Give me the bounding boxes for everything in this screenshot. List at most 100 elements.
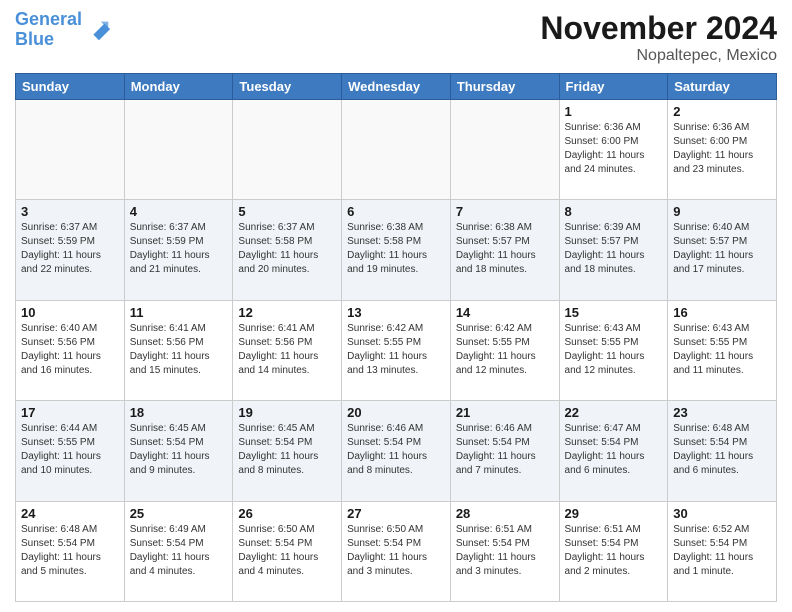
day-info: Sunrise: 6:36 AM Sunset: 6:00 PM Dayligh… [673, 121, 771, 177]
day-info: Sunrise: 6:37 AM Sunset: 5:58 PM Dayligh… [238, 221, 336, 277]
day-number: 8 [565, 204, 663, 219]
day-info: Sunrise: 6:42 AM Sunset: 5:55 PM Dayligh… [456, 322, 554, 378]
day-info: Sunrise: 6:42 AM Sunset: 5:55 PM Dayligh… [347, 322, 445, 378]
day-number: 26 [238, 506, 336, 521]
day-info: Sunrise: 6:36 AM Sunset: 6:00 PM Dayligh… [565, 121, 663, 177]
day-info: Sunrise: 6:38 AM Sunset: 5:58 PM Dayligh… [347, 221, 445, 277]
day-info: Sunrise: 6:37 AM Sunset: 5:59 PM Dayligh… [21, 221, 119, 277]
calendar-cell: 29 Sunrise: 6:51 AM Sunset: 5:54 PM Dayli… [559, 501, 668, 601]
calendar-cell: 11 Sunrise: 6:41 AM Sunset: 5:56 PM Dayli… [124, 300, 233, 400]
day-number: 29 [565, 506, 663, 521]
calendar-cell [450, 100, 559, 200]
day-number: 19 [238, 405, 336, 420]
day-number: 6 [347, 204, 445, 219]
day-info: Sunrise: 6:43 AM Sunset: 5:55 PM Dayligh… [565, 322, 663, 378]
day-number: 9 [673, 204, 771, 219]
day-number: 1 [565, 104, 663, 119]
weekday-header-row: SundayMondayTuesdayWednesdayThursdayFrid… [16, 74, 777, 100]
day-info: Sunrise: 6:48 AM Sunset: 5:54 PM Dayligh… [21, 523, 119, 579]
logo: GeneralBlue [15, 10, 112, 50]
day-number: 13 [347, 305, 445, 320]
calendar-cell [233, 100, 342, 200]
day-number: 3 [21, 204, 119, 219]
calendar-cell: 13 Sunrise: 6:42 AM Sunset: 5:55 PM Dayli… [342, 300, 451, 400]
day-info: Sunrise: 6:51 AM Sunset: 5:54 PM Dayligh… [565, 523, 663, 579]
calendar-cell: 14Sunrise: 6:42 AM Sunset: 5:55 PM Dayli… [450, 300, 559, 400]
day-info: Sunrise: 6:46 AM Sunset: 5:54 PM Dayligh… [456, 422, 554, 478]
calendar-cell: 5 Sunrise: 6:37 AM Sunset: 5:58 PM Daylig… [233, 200, 342, 300]
logo-text: GeneralBlue [15, 10, 82, 50]
day-number: 23 [673, 405, 771, 420]
calendar-cell: 28Sunrise: 6:51 AM Sunset: 5:54 PM Dayli… [450, 501, 559, 601]
calendar-cell: 26Sunrise: 6:50 AM Sunset: 5:54 PM Dayli… [233, 501, 342, 601]
month-title: November 2024 [540, 10, 777, 47]
weekday-header-monday: Monday [124, 74, 233, 100]
calendar-week-row: 1 Sunrise: 6:36 AM Sunset: 6:00 PM Daylig… [16, 100, 777, 200]
day-number: 12 [238, 305, 336, 320]
day-info: Sunrise: 6:45 AM Sunset: 5:54 PM Dayligh… [238, 422, 336, 478]
calendar-cell: 30Sunrise: 6:52 AM Sunset: 5:54 PM Dayli… [668, 501, 777, 601]
weekday-header-thursday: Thursday [450, 74, 559, 100]
day-number: 22 [565, 405, 663, 420]
weekday-header-tuesday: Tuesday [233, 74, 342, 100]
day-number: 5 [238, 204, 336, 219]
day-info: Sunrise: 6:48 AM Sunset: 5:54 PM Dayligh… [673, 422, 771, 478]
day-info: Sunrise: 6:39 AM Sunset: 5:57 PM Dayligh… [565, 221, 663, 277]
logo-icon [84, 16, 112, 44]
day-number: 16 [673, 305, 771, 320]
calendar-cell: 7Sunrise: 6:38 AM Sunset: 5:57 PM Daylig… [450, 200, 559, 300]
day-number: 18 [130, 405, 228, 420]
day-number: 4 [130, 204, 228, 219]
calendar-week-row: 3 Sunrise: 6:37 AM Sunset: 5:59 PM Daylig… [16, 200, 777, 300]
calendar-cell [16, 100, 125, 200]
day-info: Sunrise: 6:45 AM Sunset: 5:54 PM Dayligh… [130, 422, 228, 478]
calendar-cell: 9 Sunrise: 6:40 AM Sunset: 5:57 PM Daylig… [668, 200, 777, 300]
calendar-table: SundayMondayTuesdayWednesdayThursdayFrid… [15, 73, 777, 602]
weekday-header-friday: Friday [559, 74, 668, 100]
calendar-cell: 17 Sunrise: 6:44 AM Sunset: 5:55 PM Dayli… [16, 401, 125, 501]
calendar-cell: 3 Sunrise: 6:37 AM Sunset: 5:59 PM Daylig… [16, 200, 125, 300]
calendar-cell: 2Sunrise: 6:36 AM Sunset: 6:00 PM Daylig… [668, 100, 777, 200]
day-info: Sunrise: 6:52 AM Sunset: 5:54 PM Dayligh… [673, 523, 771, 579]
page: GeneralBlue November 2024 Nopaltepec, Me… [0, 0, 792, 612]
day-number: 17 [21, 405, 119, 420]
day-number: 10 [21, 305, 119, 320]
calendar-week-row: 24 Sunrise: 6:48 AM Sunset: 5:54 PM Dayli… [16, 501, 777, 601]
calendar-cell: 23 Sunrise: 6:48 AM Sunset: 5:54 PM Dayli… [668, 401, 777, 501]
day-info: Sunrise: 6:44 AM Sunset: 5:55 PM Dayligh… [21, 422, 119, 478]
day-info: Sunrise: 6:40 AM Sunset: 5:56 PM Dayligh… [21, 322, 119, 378]
calendar-cell: 10 Sunrise: 6:40 AM Sunset: 5:56 PM Dayli… [16, 300, 125, 400]
calendar-cell: 21Sunrise: 6:46 AM Sunset: 5:54 PM Dayli… [450, 401, 559, 501]
day-info: Sunrise: 6:40 AM Sunset: 5:57 PM Dayligh… [673, 221, 771, 277]
weekday-header-sunday: Sunday [16, 74, 125, 100]
day-info: Sunrise: 6:37 AM Sunset: 5:59 PM Dayligh… [130, 221, 228, 277]
day-info: Sunrise: 6:49 AM Sunset: 5:54 PM Dayligh… [130, 523, 228, 579]
day-number: 24 [21, 506, 119, 521]
calendar-cell: 16 Sunrise: 6:43 AM Sunset: 5:55 PM Dayli… [668, 300, 777, 400]
calendar-cell: 19 Sunrise: 6:45 AM Sunset: 5:54 PM Dayli… [233, 401, 342, 501]
calendar-cell: 6 Sunrise: 6:38 AM Sunset: 5:58 PM Daylig… [342, 200, 451, 300]
day-number: 11 [130, 305, 228, 320]
day-info: Sunrise: 6:41 AM Sunset: 5:56 PM Dayligh… [130, 322, 228, 378]
day-number: 15 [565, 305, 663, 320]
calendar-week-row: 10 Sunrise: 6:40 AM Sunset: 5:56 PM Dayli… [16, 300, 777, 400]
day-info: Sunrise: 6:43 AM Sunset: 5:55 PM Dayligh… [673, 322, 771, 378]
day-number: 20 [347, 405, 445, 420]
header: GeneralBlue November 2024 Nopaltepec, Me… [15, 10, 777, 65]
calendar-cell: 24 Sunrise: 6:48 AM Sunset: 5:54 PM Dayli… [16, 501, 125, 601]
day-info: Sunrise: 6:46 AM Sunset: 5:54 PM Dayligh… [347, 422, 445, 478]
calendar-cell [124, 100, 233, 200]
weekday-header-saturday: Saturday [668, 74, 777, 100]
weekday-header-wednesday: Wednesday [342, 74, 451, 100]
calendar-cell: 18 Sunrise: 6:45 AM Sunset: 5:54 PM Dayli… [124, 401, 233, 501]
day-number: 25 [130, 506, 228, 521]
calendar-cell [342, 100, 451, 200]
calendar-cell: 1 Sunrise: 6:36 AM Sunset: 6:00 PM Daylig… [559, 100, 668, 200]
location: Nopaltepec, Mexico [540, 47, 777, 65]
calendar-cell: 27Sunrise: 6:50 AM Sunset: 5:54 PM Dayli… [342, 501, 451, 601]
title-block: November 2024 Nopaltepec, Mexico [540, 10, 777, 65]
day-number: 27 [347, 506, 445, 521]
day-info: Sunrise: 6:41 AM Sunset: 5:56 PM Dayligh… [238, 322, 336, 378]
calendar-cell: 22 Sunrise: 6:47 AM Sunset: 5:54 PM Dayli… [559, 401, 668, 501]
day-info: Sunrise: 6:47 AM Sunset: 5:54 PM Dayligh… [565, 422, 663, 478]
